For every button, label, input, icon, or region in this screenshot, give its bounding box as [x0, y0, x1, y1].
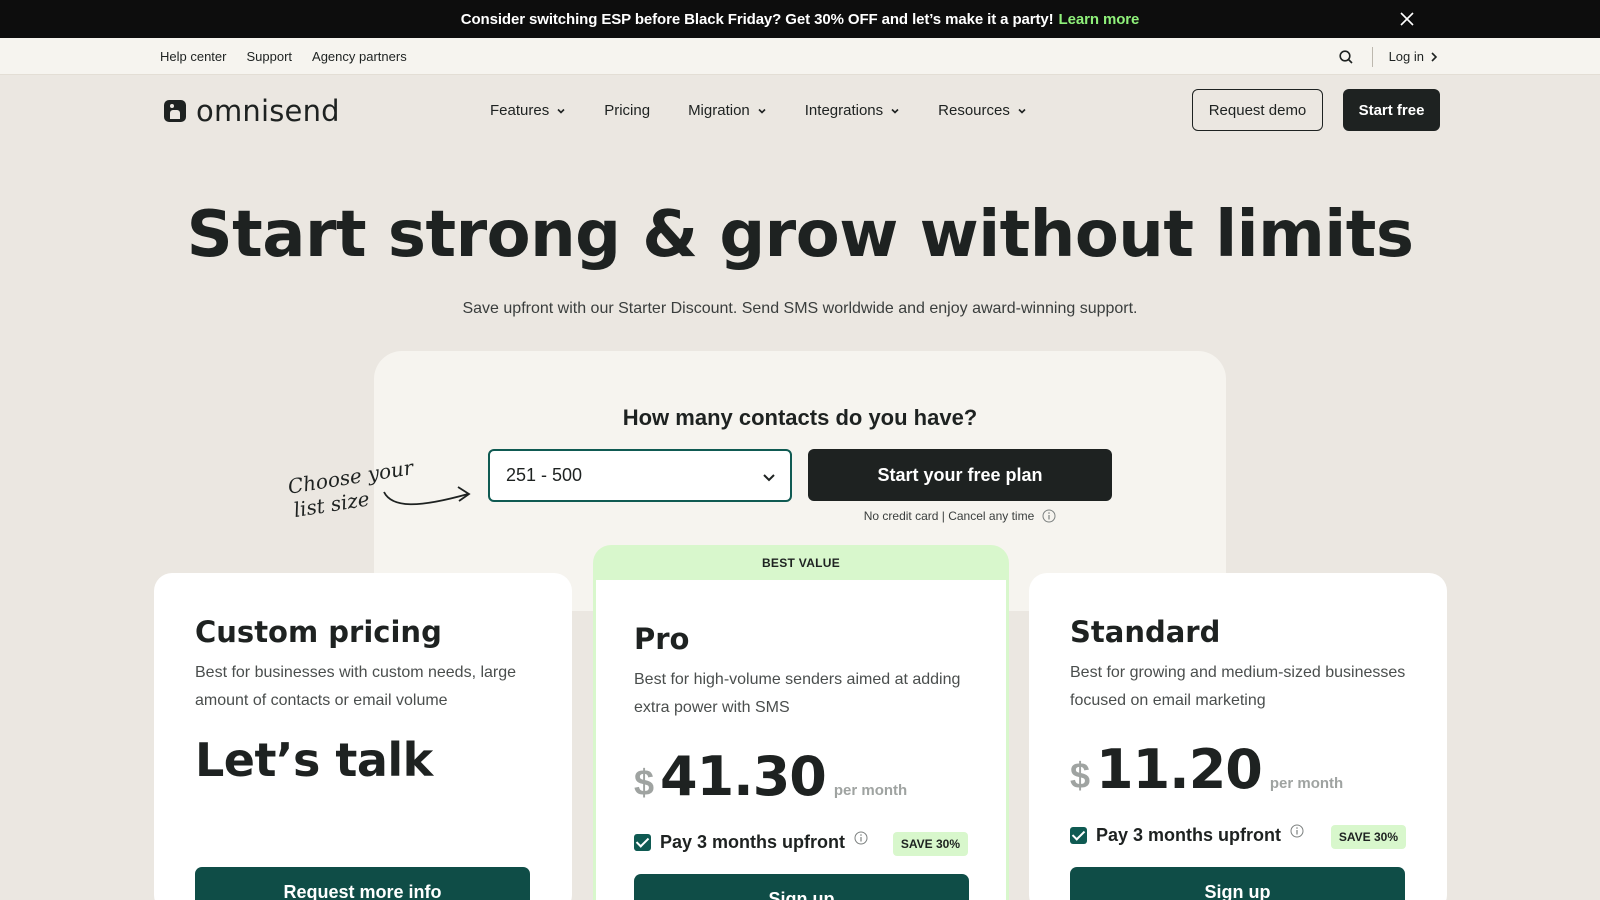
info-icon[interactable]	[1042, 509, 1056, 523]
plan-description: Best for high-volume senders aimed at ad…	[634, 671, 961, 716]
support-link[interactable]: Support	[246, 49, 292, 64]
plan-description: Best for growing and medium-sized busine…	[1070, 664, 1406, 709]
page-title: Start strong & grow without limits	[186, 198, 1414, 272]
nav-item-label: Resources	[938, 102, 1010, 119]
start-free-plan-button[interactable]: Start your free plan	[808, 449, 1112, 501]
price-currency: $	[1070, 755, 1091, 796]
nav-item-integrations[interactable]: Integrations	[805, 102, 900, 119]
nav-item-label: Integrations	[804, 102, 884, 119]
chevron-down-icon	[1018, 108, 1026, 114]
contacts-question: How many contacts do you have?	[622, 405, 978, 430]
save-badge: SAVE 30%	[1330, 825, 1406, 849]
nav-item-features[interactable]: Features	[490, 102, 566, 119]
contacts-select[interactable]: 251 - 500	[488, 449, 792, 502]
announcement-message: Consider switching ESP before Black Frid…	[461, 11, 1140, 28]
omnisend-logo[interactable]: omnisend	[164, 94, 340, 128]
chevron-down-icon	[557, 108, 565, 114]
nav-item-migration[interactable]: Migration	[688, 102, 767, 119]
standard-sign-up-button[interactable]: Sign up	[1070, 867, 1405, 900]
choose-list-size-handwritten-note: Choose your list size	[288, 458, 471, 520]
hand-note-arrowhead	[457, 486, 471, 502]
nav-item-label: Migration	[688, 102, 750, 119]
plan-price: $ 11.20 per month	[1070, 738, 1343, 801]
request-more-info-button[interactable]: Request more info	[195, 867, 530, 900]
save-badge: SAVE 30%	[892, 832, 968, 856]
plan-card-custom: Custom pricing Best for businesses with …	[154, 573, 572, 900]
pay-upfront-label: Pay 3 months upfront	[660, 832, 846, 852]
nav-item-resources[interactable]: Resources	[938, 102, 1027, 119]
logo-wordmark: omnisend	[196, 94, 340, 128]
price-amount: 41.30	[660, 745, 827, 808]
contacts-selected-value: 251 - 500	[506, 465, 583, 485]
price-period: per month	[1269, 775, 1344, 792]
announcement-text: Consider switching ESP before Black Frid…	[460, 10, 1054, 28]
plan-card-pro-body: Pro Best for high-volume senders aimed a…	[596, 580, 1006, 900]
request-demo-button[interactable]: Request demo	[1192, 89, 1323, 131]
start-free-button[interactable]: Start free	[1343, 89, 1440, 131]
utility-right: Log in	[1338, 38, 1438, 75]
price-period: per month	[833, 782, 908, 799]
chevron-down-icon	[763, 474, 775, 482]
nav-menu: Features Pricing Migration Integrations …	[490, 75, 1027, 146]
lets-talk-headline: Let’s talk	[195, 733, 433, 787]
best-value-badge: BEST VALUE	[761, 555, 841, 570]
no-credit-card-note: No credit card | Cancel any time	[808, 509, 1112, 523]
info-icon[interactable]	[1290, 824, 1304, 838]
plan-title: Pro	[634, 622, 690, 656]
pay-upfront-checkbox[interactable]	[1070, 827, 1087, 844]
chevron-down-icon	[758, 108, 766, 114]
page-subtitle: Save upfront with our Starter Discount. …	[462, 300, 1138, 317]
nav-item-label: Pricing	[604, 102, 651, 119]
price-currency: $	[634, 762, 655, 803]
login-link[interactable]: Log in	[1389, 49, 1438, 64]
plan-card-pro: BEST VALUE Pro Best for high-volume send…	[593, 545, 1009, 900]
search-icon[interactable]	[1338, 49, 1354, 65]
plan-price: $ 41.30 per month	[634, 745, 907, 808]
help-center-link[interactable]: Help center	[160, 49, 226, 64]
pay-upfront-checkbox[interactable]	[634, 834, 651, 851]
price-amount: 11.20	[1096, 738, 1263, 801]
utility-links: Help center Support Agency partners	[160, 38, 407, 75]
close-icon[interactable]	[1398, 10, 1416, 28]
info-icon[interactable]	[854, 831, 868, 845]
announcement-learn-more-link[interactable]: Learn more	[1059, 11, 1140, 28]
nav-item-label: Features	[490, 102, 550, 119]
agency-partners-link[interactable]: Agency partners	[312, 49, 407, 64]
main-navigation: omnisend Features Pricing Migration Inte…	[0, 75, 1600, 146]
pro-sign-up-button[interactable]: Sign up	[634, 874, 969, 900]
utility-bar: Help center Support Agency partners Log …	[0, 38, 1600, 75]
chevron-right-icon	[1431, 51, 1438, 62]
nav-item-pricing[interactable]: Pricing	[604, 102, 650, 119]
logo-mark-icon	[164, 100, 186, 122]
login-label: Log in	[1388, 49, 1424, 64]
plan-title: Custom pricing	[195, 615, 442, 649]
no-credit-card-text: No credit card | Cancel any time	[863, 509, 1035, 523]
pay-upfront-option[interactable]: Pay 3 months upfront	[1070, 824, 1304, 846]
plan-card-standard: Standard Best for growing and medium-siz…	[1029, 573, 1447, 900]
plan-description: Best for businesses with custom needs, l…	[195, 664, 517, 709]
chevron-down-icon	[891, 108, 899, 114]
plan-title: Standard	[1070, 615, 1221, 649]
hand-note-arrow	[383, 491, 469, 506]
utility-divider	[1371, 46, 1373, 67]
pay-upfront-option[interactable]: Pay 3 months upfront	[634, 831, 868, 853]
announcement-bar: Consider switching ESP before Black Frid…	[0, 0, 1600, 38]
pay-upfront-label: Pay 3 months upfront	[1096, 825, 1282, 845]
